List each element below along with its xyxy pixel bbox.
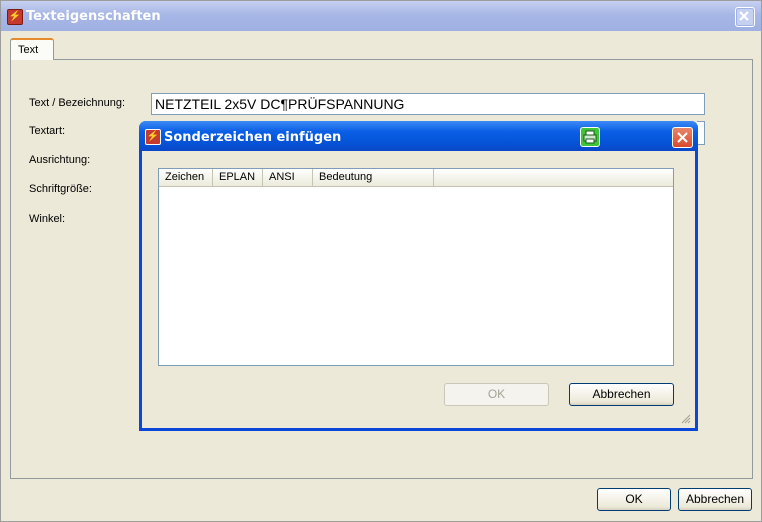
column-zeichen[interactable]: Zeichen [159, 169, 213, 186]
sonderzeichen-list[interactable]: Zeichen EPLAN ANSI Bedeutung [158, 168, 674, 366]
dialog-titlebar[interactable]: ⚡ Sonderzeichen einfügen [139, 121, 698, 151]
column-eplan[interactable]: EPLAN [213, 169, 263, 186]
sonderzeichen-dialog: ⚡ Sonderzeichen einfügen Zeichen EPLAN A… [139, 121, 698, 431]
label-winkel: Winkel: [29, 213, 66, 225]
ok-button[interactable]: OK [597, 488, 671, 511]
close-icon [677, 132, 688, 143]
window-close-button[interactable] [735, 7, 755, 27]
text-input[interactable]: NETZTEIL 2x5V DC¶PRÜFSPANNUNG [151, 93, 705, 115]
dialog-ok-button[interactable]: OK [444, 383, 549, 406]
column-ansi[interactable]: ANSI [263, 169, 313, 186]
list-header: Zeichen EPLAN ANSI Bedeutung [159, 169, 673, 187]
label-ausrichtung: Ausrichtung: [29, 154, 91, 166]
dialog-client: Zeichen EPLAN ANSI Bedeutung OK Abbreche… [142, 151, 695, 428]
textart-select[interactable] [697, 121, 705, 145]
resize-grip-icon[interactable] [680, 413, 691, 424]
tab-text[interactable]: Text [10, 38, 54, 60]
app-icon: ⚡ [7, 9, 23, 25]
dialog-close-button[interactable] [672, 127, 693, 148]
column-bedeutung[interactable]: Bedeutung [313, 169, 434, 186]
window-title: Texteigenschaften [26, 9, 161, 24]
dialog-title: Sonderzeichen einfügen [164, 130, 342, 145]
label-text: Text / Bezeichnung: [29, 97, 126, 109]
printer-icon [583, 130, 597, 144]
close-icon [739, 11, 749, 21]
dialog-app-icon: ⚡ [145, 129, 161, 145]
window-titlebar[interactable]: ⚡ Texteigenschaften [1, 1, 761, 31]
print-button[interactable] [580, 127, 600, 147]
label-schriftgroesse: Schriftgröße: [29, 183, 92, 195]
dialog-cancel-button[interactable]: Abbrechen [569, 383, 674, 406]
label-textart: Textart: [29, 125, 66, 137]
cancel-button[interactable]: Abbrechen [678, 488, 752, 511]
